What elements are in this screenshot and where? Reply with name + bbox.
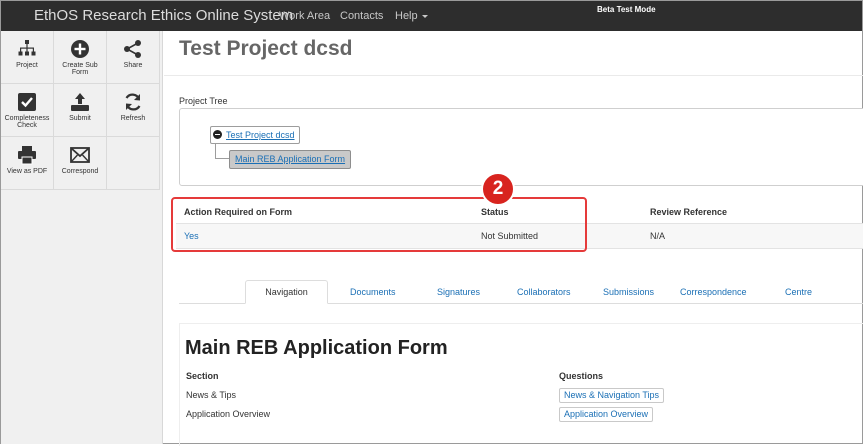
envelope-icon <box>70 147 90 163</box>
review-reference-value: N/A <box>650 231 666 241</box>
section-application-overview: Application Overview <box>186 409 271 419</box>
correspond-label: Correspond <box>61 168 99 175</box>
empty-toolbar-slot <box>107 137 160 190</box>
completeness-check-button[interactable]: Completeness Check <box>1 84 54 137</box>
tab-collaborators[interactable]: Collaborators <box>517 287 571 297</box>
completeness-check-label: Completeness Check <box>4 115 50 129</box>
correspond-button[interactable]: Correspond <box>54 137 107 190</box>
view-as-pdf-button[interactable]: View as PDF <box>1 137 54 190</box>
checkbox-icon <box>18 93 36 111</box>
refresh-icon <box>125 93 141 111</box>
tab-navigation[interactable]: Navigation <box>245 280 328 304</box>
annotation-highlight-box <box>171 197 587 252</box>
tab-centre[interactable]: Centre <box>785 287 812 297</box>
tab-documents[interactable]: Documents <box>350 287 396 297</box>
section-header: Section <box>186 371 219 381</box>
nav-help-label: Help <box>395 10 418 22</box>
tree-child-node[interactable]: Main REB Application Form <box>229 150 352 169</box>
tree-root-link[interactable]: Test Project dcsd <box>226 130 295 140</box>
share-icon <box>124 40 141 58</box>
section-news-tips: News & Tips <box>186 390 237 400</box>
nav-help[interactable]: Help <box>395 10 428 22</box>
plus-circle-icon <box>71 40 89 58</box>
tab-signatures[interactable]: Signatures <box>437 287 480 297</box>
submit-button[interactable]: Submit <box>54 84 107 137</box>
nav-work-area[interactable]: Work Area <box>279 10 330 22</box>
share-button[interactable]: Share <box>107 31 160 84</box>
project-label: Project <box>16 62 38 69</box>
printer-icon <box>18 146 36 165</box>
form-title: Main REB Application Form <box>185 337 448 359</box>
caret-down-icon <box>421 14 428 18</box>
question-application-overview-button[interactable]: Application Overview <box>559 407 654 422</box>
refresh-label: Refresh <box>120 115 146 122</box>
project-tree-label: Project Tree <box>179 96 228 106</box>
tree-root-node[interactable]: Test Project dcsd <box>210 126 300 144</box>
question-news-navigation-tips-button[interactable]: News & Navigation Tips <box>559 388 665 403</box>
upload-icon <box>71 93 89 111</box>
view-as-pdf-label: View as PDF <box>6 168 48 175</box>
nav-contacts[interactable]: Contacts <box>340 10 383 22</box>
tree-connector <box>215 158 229 159</box>
collapse-icon[interactable] <box>213 130 222 139</box>
review-reference-header: Review Reference <box>650 207 728 217</box>
create-sub-form-label: Create Sub Form <box>62 62 98 76</box>
tab-submissions[interactable]: Submissions <box>603 287 654 297</box>
project-tree-panel <box>179 108 863 186</box>
questions-header: Questions <box>559 371 604 381</box>
create-sub-form-button[interactable]: Create Sub Form <box>54 31 107 84</box>
app-brand[interactable]: EthOS Research Ethics Online System <box>34 7 293 24</box>
page-title: Test Project dcsd <box>179 37 353 60</box>
top-navbar: EthOS Research Ethics Online System Work… <box>1 1 862 31</box>
share-label: Share <box>123 62 143 69</box>
action-toolbar: Project Create Sub Form Share Completene… <box>1 31 163 444</box>
tab-correspondence[interactable]: Correspondence <box>680 287 747 297</box>
tree-child-link[interactable]: Main REB Application Form <box>235 154 345 164</box>
tree-connector <box>215 143 216 159</box>
submit-label: Submit <box>69 115 91 122</box>
annotation-callout-badge: 2 <box>481 172 515 206</box>
beta-mode-label: Beta Test Mode <box>597 5 656 14</box>
title-divider <box>164 75 863 76</box>
hierarchy-icon <box>18 40 36 56</box>
project-button[interactable]: Project <box>1 31 54 84</box>
refresh-button[interactable]: Refresh <box>107 84 160 137</box>
